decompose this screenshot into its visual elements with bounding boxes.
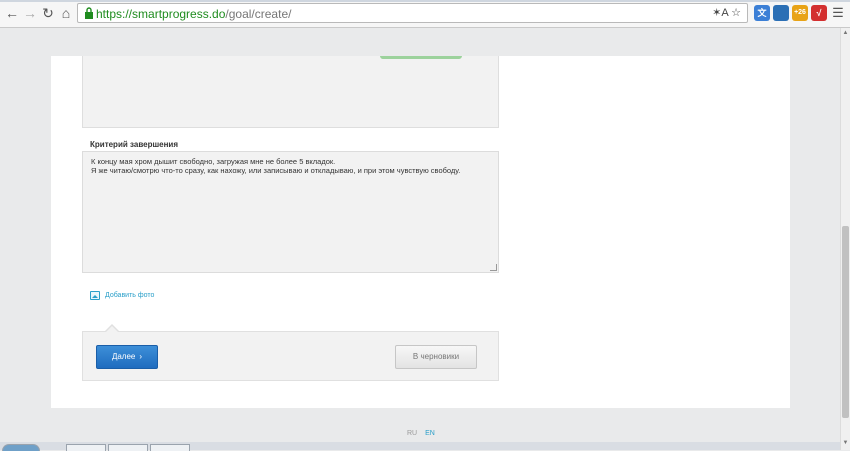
browser-toolbar: ← → ↻ ⌂ https://smartprogress.do/goal/cr…	[0, 0, 850, 28]
language-switcher: RU EN	[407, 430, 435, 437]
notifications-badge-icon[interactable]: +26	[792, 5, 808, 21]
translate-label: ✶A	[712, 7, 729, 19]
image-icon	[90, 290, 100, 300]
url-scheme: https://	[96, 7, 133, 21]
scrollbar-thumb[interactable]	[842, 226, 849, 418]
url-path: /goal/create/	[225, 7, 292, 21]
back-arrow-icon[interactable]: ←	[4, 5, 20, 21]
forward-arrow-icon[interactable]: →	[22, 5, 38, 21]
next-button-label: Далее	[111, 352, 136, 361]
translate-icon[interactable]: ✶A ☆	[712, 6, 741, 19]
home-icon[interactable]: ⌂	[58, 5, 74, 21]
goal-form-card: Критерий завершения К концу мая хром дыш…	[51, 56, 790, 408]
url-text: https://smartprogress.do/goal/create/	[96, 7, 291, 21]
resize-handle-icon[interactable]	[490, 264, 497, 271]
menu-icon[interactable]: ☰	[830, 5, 846, 21]
star-icon[interactable]: ☆	[731, 7, 741, 19]
add-photo-label[interactable]: Добавить фото	[105, 292, 154, 299]
add-photo-link[interactable]: Добавить фото	[90, 289, 154, 301]
scroll-up-icon[interactable]: ▲	[842, 30, 849, 38]
lang-ru-link[interactable]: RU	[407, 430, 417, 437]
chevron-right-icon: ›	[139, 352, 143, 361]
lang-en-link[interactable]: EN	[425, 430, 435, 437]
page-scrollbar[interactable]: ▲ ▼	[840, 28, 850, 450]
tab-strip-edge	[0, 0, 850, 2]
address-bar[interactable]: https://smartprogress.do/goal/create/ ✶A…	[77, 3, 748, 23]
panel-pointer-fill	[106, 326, 118, 332]
completion-criteria-textarea[interactable]: К концу мая хром дышит свободно, загружа…	[82, 151, 499, 273]
antivirus-icon[interactable]: √	[811, 5, 827, 21]
scroll-down-icon[interactable]: ▼	[842, 440, 849, 448]
url-host: smartprogress.do	[132, 7, 226, 21]
lock-icon	[85, 7, 93, 19]
completion-criteria-label: Критерий завершения	[90, 140, 179, 149]
save-draft-button[interactable]: В черновики	[395, 345, 477, 369]
extension-icon[interactable]	[773, 5, 789, 21]
page-viewport: Критерий завершения К концу мая хром дыш…	[0, 28, 840, 450]
completion-text-line-1: К концу мая хром дышит свободно, загружа…	[91, 157, 336, 166]
completion-text-line-2: Я же читаю/смотрю что-то сразу, как нахо…	[91, 166, 461, 175]
reload-icon[interactable]: ↻	[40, 5, 56, 21]
next-button[interactable]: Далее ›	[96, 345, 158, 369]
green-button-edge[interactable]	[380, 56, 462, 59]
previous-field-box[interactable]	[82, 56, 499, 128]
translate-ext-icon[interactable]: 文	[754, 5, 770, 21]
